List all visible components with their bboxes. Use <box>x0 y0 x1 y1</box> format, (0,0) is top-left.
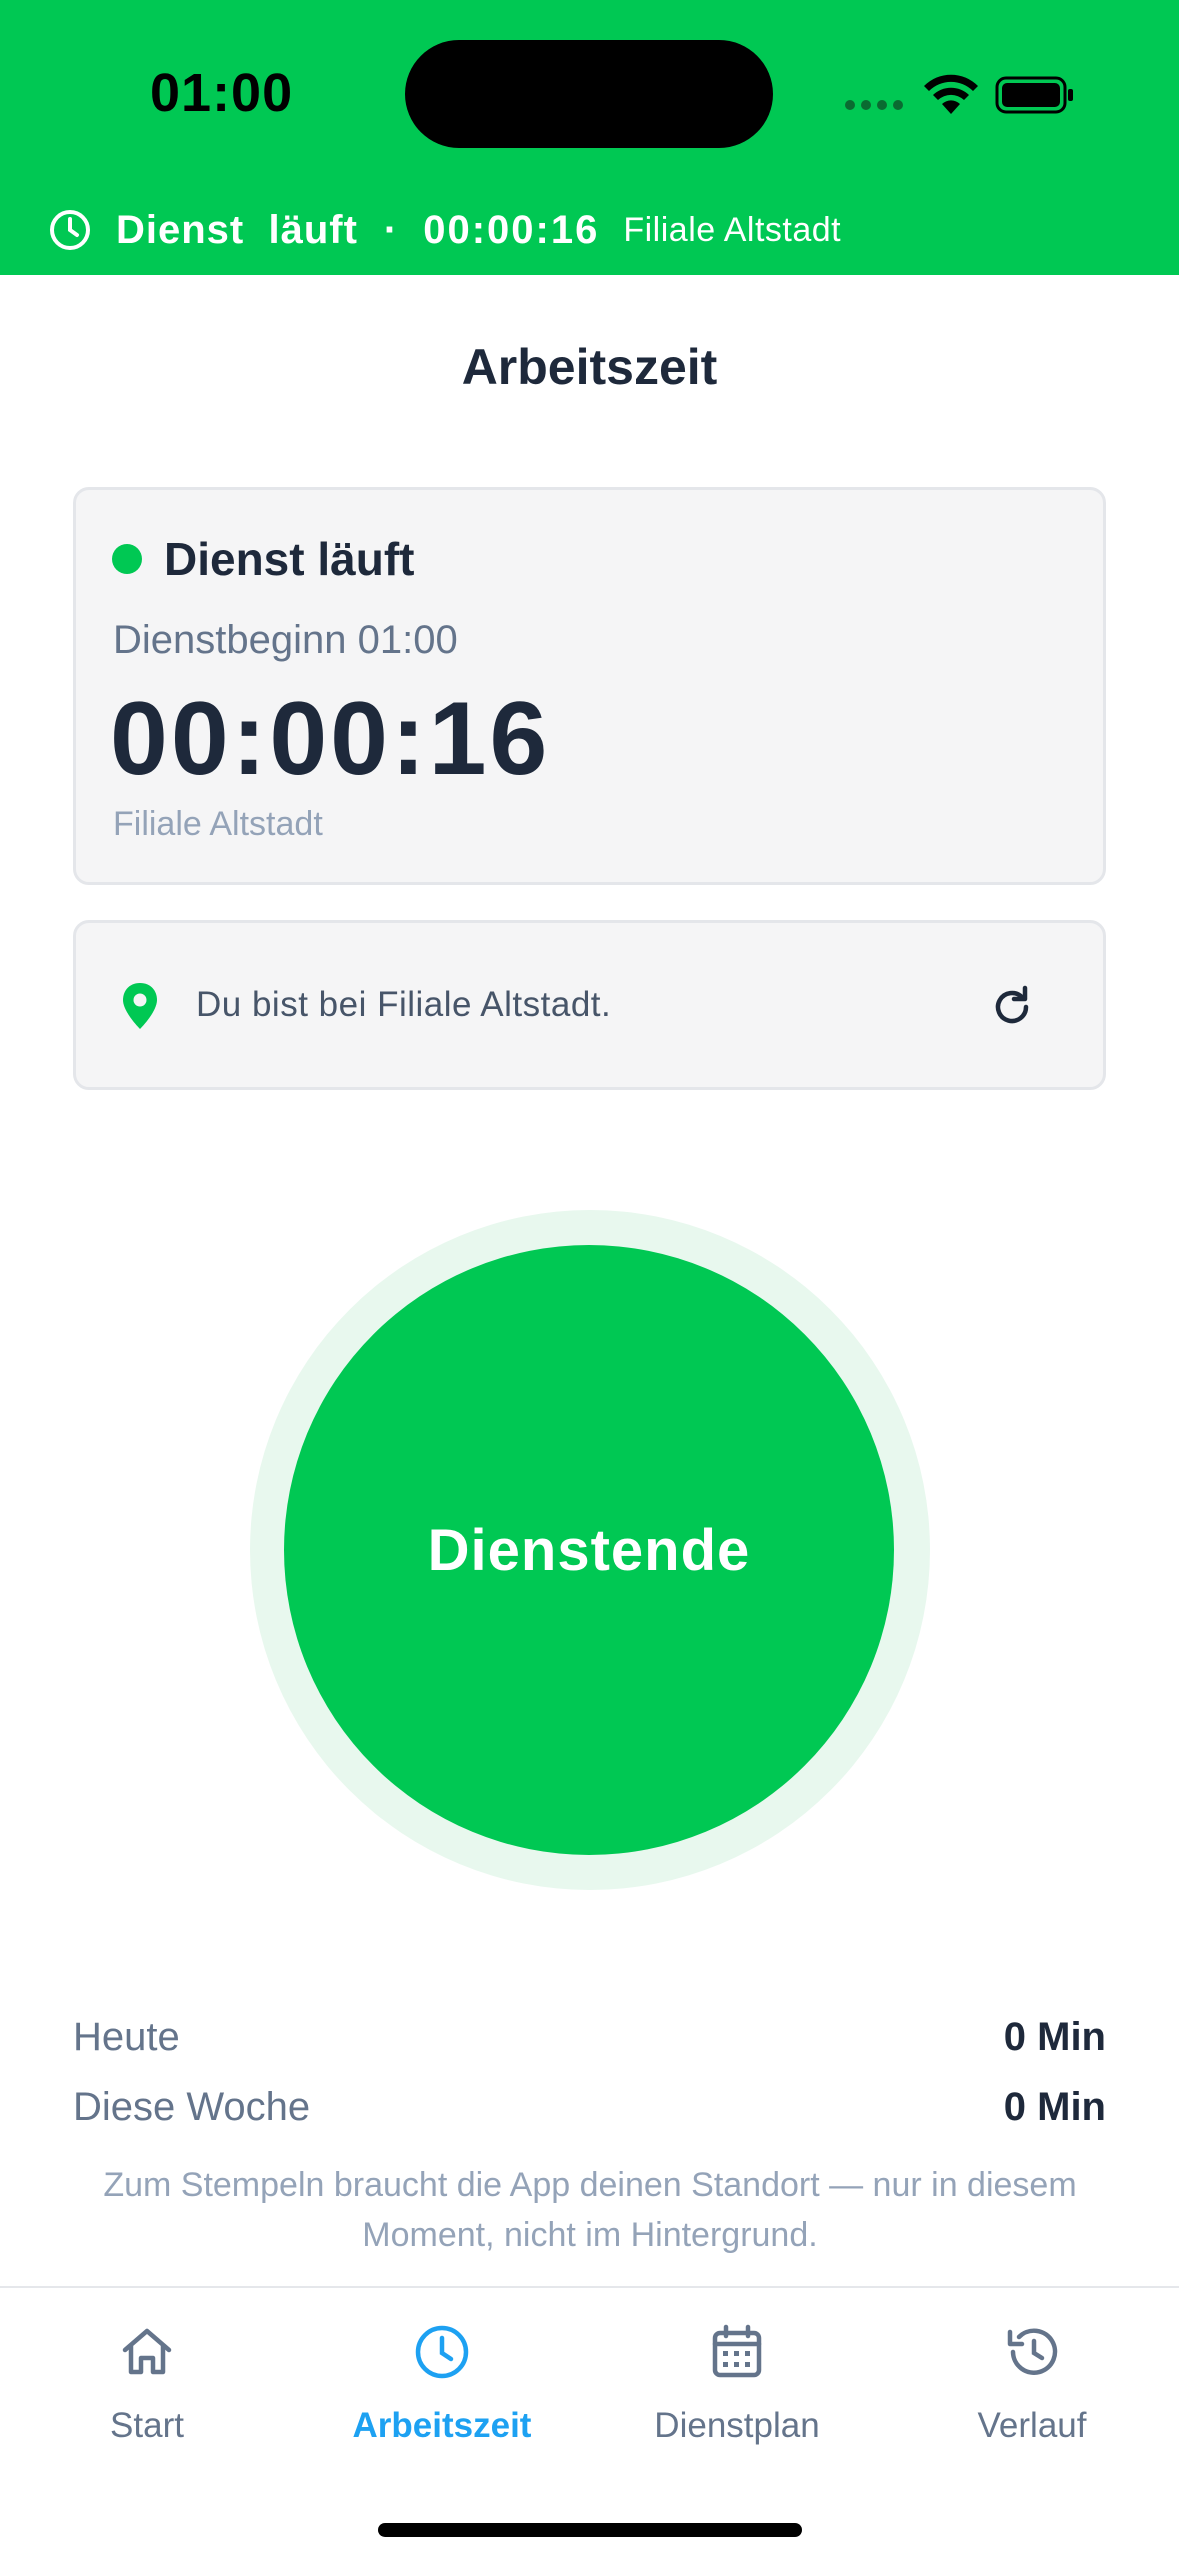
bottom-tab-bar: Start Arbeitszeit Dienstplan Verlauf <box>0 2286 1179 2563</box>
shift-status-card: Dienst läuft Dienstbeginn 01:00 00:00:16… <box>73 487 1106 885</box>
summary-week-label: Diese Woche <box>73 2085 311 2129</box>
shift-state-row: Dienst läuft <box>112 532 414 586</box>
tab-start[interactable]: Start <box>27 2322 267 2482</box>
home-icon <box>122 2328 172 2375</box>
refresh-icon[interactable] <box>988 983 1036 1031</box>
end-shift-button[interactable]: Dienstende <box>284 1245 894 1855</box>
history-icon <box>1007 2328 1058 2375</box>
summary-today-row: Heute 0 Min <box>73 2015 1106 2060</box>
calendar-icon <box>712 2324 762 2378</box>
location-message: Du bist bei Filiale Altstadt. <box>196 985 612 1024</box>
battery-icon <box>995 76 1073 114</box>
arbeitszeit-screen: 01:00 Dienst läuft · 00:00:16 Filiale Al… <box>0 0 1179 2563</box>
banner-timer: 00:00:16 <box>423 207 600 252</box>
dynamic-island <box>405 40 773 148</box>
summary-today-label: Heute <box>73 2015 180 2059</box>
location-check-card: Du bist bei Filiale Altstadt. <box>73 920 1106 1090</box>
tab-verlauf-label: Verlauf <box>977 2406 1087 2445</box>
banner-status: Dienst läuft <box>116 207 358 252</box>
end-shift-button-label: Dienstende <box>427 1517 751 1583</box>
status-dot-icon <box>112 544 142 574</box>
tab-start-label: Start <box>110 2406 184 2445</box>
tab-dienstplan-label: Dienstplan <box>654 2406 820 2445</box>
summary-today-value: 0 Min <box>1003 2015 1106 2059</box>
running-shift-banner[interactable]: Dienst läuft · 00:00:16 Filiale Altstadt <box>48 200 841 260</box>
shift-location: Filiale Altstadt <box>113 805 323 843</box>
home-indicator[interactable] <box>378 2523 802 2537</box>
tab-verlauf[interactable]: Verlauf <box>912 2322 1152 2482</box>
location-pin-icon <box>123 983 157 1029</box>
tab-arbeitszeit-label: Arbeitszeit <box>352 2406 532 2445</box>
banner-location: Filiale Altstadt <box>623 210 842 249</box>
summary-week-row: Diese Woche 0 Min <box>73 2085 1106 2130</box>
shift-timer: 00:00:16 <box>110 681 551 797</box>
shift-start-time: Dienstbeginn 01:00 <box>113 618 458 662</box>
location-permission-hint: Zum Stempeln braucht die App deinen Stan… <box>103 2166 1077 2254</box>
top-status-area: 01:00 Dienst läuft · 00:00:16 Filiale Al… <box>0 0 1179 275</box>
summary-week-value: 0 Min <box>1003 2085 1106 2129</box>
shift-state-label: Dienst läuft <box>164 533 415 585</box>
status-bar-time: 01:00 <box>150 63 294 123</box>
clock-icon <box>415 2325 469 2379</box>
tab-dienstplan[interactable]: Dienstplan <box>617 2322 857 2482</box>
page-title: Arbeitszeit <box>461 339 718 395</box>
tab-arbeitszeit[interactable]: Arbeitszeit <box>322 2322 562 2482</box>
clock-icon <box>50 210 90 250</box>
banner-separator: · <box>383 207 398 252</box>
wifi-icon <box>924 74 978 114</box>
